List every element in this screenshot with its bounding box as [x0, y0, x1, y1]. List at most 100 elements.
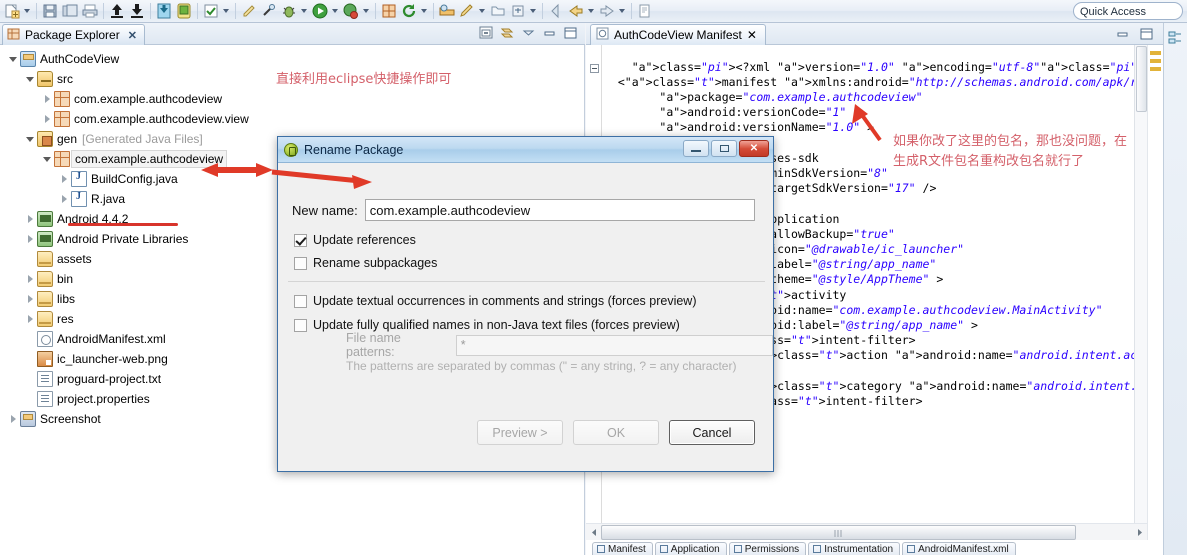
- tree-item[interactable]: assets: [0, 249, 300, 269]
- collapse-arrow-icon[interactable]: [57, 169, 71, 189]
- tree-item[interactable]: R.java: [0, 189, 300, 209]
- collapse-arrow-icon[interactable]: [40, 109, 54, 129]
- next-annotation-icon[interactable]: [509, 2, 527, 20]
- maximize-icon[interactable]: [563, 26, 579, 41]
- maximize-icon[interactable]: [1139, 27, 1155, 42]
- tree-item[interactable]: res: [0, 309, 300, 329]
- collapse-arrow-icon[interactable]: [23, 229, 37, 249]
- tree-item[interactable]: BuildConfig.java: [0, 169, 300, 189]
- annotation-icon[interactable]: [240, 2, 258, 20]
- scrollbar-thumb[interactable]: [601, 524, 1076, 540]
- checkbox-box[interactable]: [294, 233, 307, 247]
- checkbox-box[interactable]: [294, 256, 307, 270]
- cancel-button[interactable]: Cancel: [669, 420, 755, 445]
- expand-arrow-icon[interactable]: [6, 49, 20, 69]
- checkbox-update-fully-qualified-names[interactable]: Update fully qualified names in non-Java…: [294, 318, 680, 332]
- collapse-arrow-icon[interactable]: [40, 89, 54, 109]
- chevron-down-icon[interactable]: [419, 2, 428, 20]
- expand-arrow-icon[interactable]: [23, 69, 37, 89]
- chevron-down-icon[interactable]: [617, 2, 626, 20]
- close-icon[interactable]: ✕: [747, 28, 757, 42]
- collapse-arrow-icon[interactable]: [23, 289, 37, 309]
- tree-item[interactable]: project.properties: [0, 389, 300, 409]
- toolbar-next-annotation[interactable]: [508, 1, 539, 21]
- collapse-arrow-icon[interactable]: [23, 209, 37, 229]
- toolbar-forward[interactable]: [566, 1, 597, 21]
- editor-overview-ruler[interactable]: [1147, 45, 1163, 540]
- coverage-icon[interactable]: [342, 2, 360, 20]
- search-icon[interactable]: [489, 2, 507, 20]
- tree-item[interactable]: com.example.authcodeview.view: [0, 109, 300, 129]
- editor-horizontal-scrollbar[interactable]: [586, 523, 1147, 540]
- android-avd-manager-icon[interactable]: [175, 2, 193, 20]
- chevron-down-icon[interactable]: [477, 2, 486, 20]
- tree-item[interactable]: gen [Generated Java Files]: [0, 129, 300, 149]
- close-button[interactable]: ✕: [739, 140, 769, 157]
- toolbar-run[interactable]: [310, 1, 341, 21]
- chevron-down-icon[interactable]: [221, 2, 230, 20]
- scroll-left-button[interactable]: [586, 525, 601, 540]
- tree-item[interactable]: Screenshot: [0, 409, 300, 429]
- new-wizard-icon[interactable]: [3, 2, 21, 20]
- minimize-icon[interactable]: [1115, 27, 1131, 42]
- chevron-down-icon[interactable]: [586, 2, 595, 20]
- tab-package-explorer[interactable]: Package Explorer ✕: [2, 24, 145, 45]
- save-all-icon[interactable]: [61, 2, 79, 20]
- toolbar-debug[interactable]: [279, 1, 310, 21]
- back-icon[interactable]: [547, 2, 565, 20]
- pencil-icon[interactable]: [458, 2, 476, 20]
- toolbar-new-wizard[interactable]: [2, 1, 33, 21]
- checkbox-update-references[interactable]: Update references: [294, 233, 416, 247]
- check-icon[interactable]: [202, 2, 220, 20]
- minimize-button[interactable]: [683, 140, 709, 157]
- tree-item[interactable]: libs: [0, 289, 300, 309]
- close-icon[interactable]: ✕: [128, 29, 137, 42]
- toolbar-refresh[interactable]: [399, 1, 430, 21]
- tree-item[interactable]: proguard-project.txt: [0, 369, 300, 389]
- ok-button[interactable]: OK: [573, 420, 659, 445]
- editor-vertical-scrollbar[interactable]: [1134, 45, 1147, 540]
- new-android-project-icon[interactable]: [380, 2, 398, 20]
- collapse-arrow-icon[interactable]: [23, 309, 37, 329]
- open-type-icon[interactable]: [438, 2, 456, 20]
- editor-page-tab[interactable]: Permissions: [728, 542, 807, 555]
- tree-item[interactable]: AndroidManifest.xml: [0, 329, 300, 349]
- tree-item[interactable]: com.example.authcodeview: [0, 89, 300, 109]
- debug-icon[interactable]: [280, 2, 298, 20]
- expand-arrow-icon[interactable]: [23, 129, 37, 149]
- tree-item[interactable]: Android Private Libraries: [0, 229, 300, 249]
- next-edit-icon[interactable]: [598, 2, 616, 20]
- save-icon[interactable]: [41, 2, 59, 20]
- toolbar-coverage[interactable]: [341, 1, 372, 21]
- editor-page-tabs[interactable]: Manifest Application Permissions Instrument…: [586, 541, 1163, 555]
- chevron-down-icon[interactable]: [528, 2, 537, 20]
- maximize-button[interactable]: [711, 140, 737, 157]
- scroll-right-button[interactable]: [1132, 525, 1147, 540]
- editor-page-tab[interactable]: AndroidManifest.xml: [902, 542, 1016, 555]
- tab-authcodeview-manifest[interactable]: AuthCodeView Manifest ✕: [590, 24, 766, 45]
- expand-arrow-icon[interactable]: [40, 149, 54, 169]
- checkbox-rename-subpackages[interactable]: Rename subpackages: [294, 256, 437, 270]
- android-sdk-manager-icon[interactable]: [155, 2, 173, 20]
- collapse-arrow-icon[interactable]: [6, 409, 20, 429]
- new-name-input[interactable]: [364, 199, 755, 221]
- outline-view-strip[interactable]: [1163, 23, 1187, 555]
- toolbar-next-edit[interactable]: [597, 1, 628, 21]
- quick-access-field[interactable]: Quick Access: [1073, 2, 1183, 20]
- tree-item[interactable]: bin: [0, 269, 300, 289]
- refresh-icon[interactable]: [400, 2, 418, 20]
- checkbox-box[interactable]: [294, 294, 307, 308]
- forward-icon[interactable]: [567, 2, 585, 20]
- chevron-down-icon[interactable]: [330, 2, 339, 20]
- link-with-editor-icon[interactable]: [500, 26, 516, 41]
- fold-marker-icon[interactable]: [590, 64, 599, 73]
- editor-page-tab[interactable]: Instrumentation: [808, 542, 901, 555]
- scroll-track[interactable]: [601, 524, 1132, 540]
- preview-button[interactable]: Preview >: [477, 420, 563, 445]
- new-editor-icon[interactable]: [636, 2, 654, 20]
- rename-package-dialog[interactable]: Rename Package ✕ New name: Update refere…: [277, 136, 774, 472]
- editor-page-tab[interactable]: Application: [654, 542, 727, 555]
- file-name-patterns-input[interactable]: [455, 334, 773, 356]
- outline-view-icon[interactable]: [1168, 31, 1183, 45]
- tree-item[interactable]: ic_launcher-web.png: [0, 349, 300, 369]
